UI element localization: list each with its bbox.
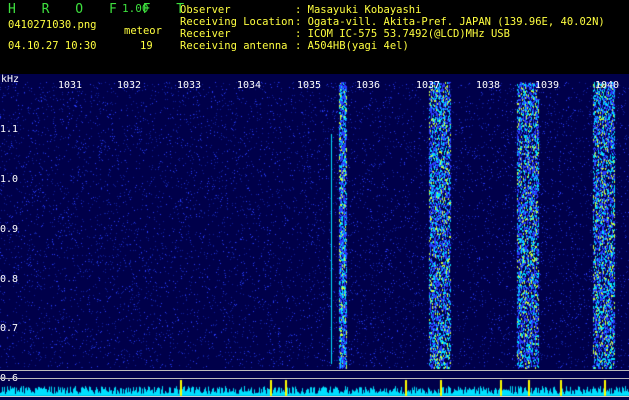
app-version: 1.00: [122, 2, 149, 15]
marker-line-lower: [0, 378, 629, 379]
freq-tick-0-7: 0.7: [0, 323, 19, 334]
time-tick-1033: 1033: [177, 80, 202, 91]
spectrogram-canvas: [0, 74, 629, 400]
label-receiver: Receiver: [180, 28, 231, 40]
time-tick-1035: 1035: [297, 80, 322, 91]
app-title: H R O F F T: [8, 2, 194, 17]
file-name: 0410271030.png: [8, 19, 97, 31]
value-observer: : Masayuki Kobayashi: [295, 4, 422, 16]
freq-tick-0-8: 0.8: [0, 274, 19, 285]
time-tick-1036: 1036: [356, 80, 381, 91]
time-tick-1037: 1037: [416, 80, 441, 91]
time-tick-1034: 1034: [237, 80, 262, 91]
freq-tick-1-0: 1.0: [0, 174, 19, 185]
mode-label: meteor: [124, 25, 162, 37]
label-location: Receiving Location: [180, 16, 294, 28]
time-tick-1031: 1031: [58, 80, 83, 91]
datetime: 04.10.27 10:30: [8, 40, 97, 52]
time-tick-1039: 1039: [535, 80, 560, 91]
y-axis-unit: kHz: [1, 74, 20, 85]
freq-tick-1-1: 1.1: [0, 124, 19, 135]
time-tick-1038: 1038: [476, 80, 501, 91]
time-tick-1040: 1040: [595, 80, 620, 91]
marker-line-upper: [0, 370, 629, 371]
event-count: 19: [140, 40, 153, 52]
label-antenna: Receiving antenna: [180, 40, 288, 52]
value-location: : Ogata-vill. Akita-Pref. JAPAN (139.96E…: [295, 16, 605, 28]
header-panel: H R O F F T 1.00 0410271030.png meteor 0…: [0, 0, 629, 74]
spectrogram-area: [0, 74, 629, 400]
baseline-line: [0, 396, 629, 397]
freq-tick-0-9: 0.9: [0, 224, 19, 235]
value-antenna: : A504HB(yagi 4el): [295, 40, 409, 52]
time-tick-1032: 1032: [117, 80, 142, 91]
label-observer: Observer: [180, 4, 231, 16]
value-receiver: : ICOM IC-575 53.7492(@LCD)MHz USB: [295, 28, 510, 40]
